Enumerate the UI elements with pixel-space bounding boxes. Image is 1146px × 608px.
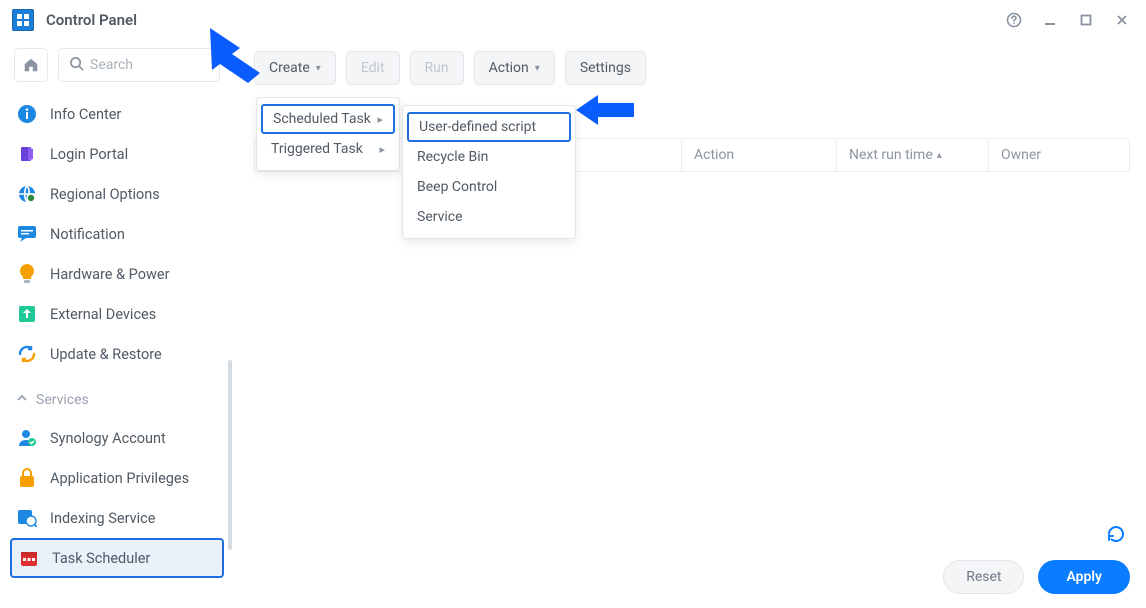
- menu-item-label: Triggered Task: [271, 141, 363, 157]
- content-area: Create ▾ Scheduled Task ▸ Triggered Task…: [234, 40, 1146, 608]
- caret-down-icon: ▾: [316, 63, 321, 74]
- button-label: Action: [489, 60, 529, 76]
- chevron-right-icon: ▸: [379, 143, 385, 156]
- sidebar-scrollbar[interactable]: [228, 360, 232, 550]
- sidebar-item-label: Hardware & Power: [50, 266, 169, 283]
- search-field-wrap[interactable]: [58, 48, 220, 82]
- scheduled-task-submenu: User-defined script Recycle Bin Beep Con…: [402, 105, 576, 239]
- sidebar-item-indexing-service[interactable]: Indexing Service: [10, 498, 224, 538]
- menu-item-user-defined-script[interactable]: User-defined script: [407, 112, 571, 142]
- run-button: Run: [410, 51, 464, 85]
- sidebar-item-label: Task Scheduler: [52, 550, 150, 567]
- sidebar-item-notification[interactable]: Notification: [10, 214, 224, 254]
- button-label: Run: [425, 60, 449, 76]
- menu-item-label: Service: [417, 209, 463, 225]
- annotation-arrow: [576, 95, 634, 125]
- menu-item-scheduled-task[interactable]: Scheduled Task ▸: [261, 104, 395, 134]
- column-label: Action: [694, 147, 734, 163]
- sidebar-section-services[interactable]: Services: [10, 382, 224, 418]
- sidebar-item-label: Regional Options: [50, 186, 160, 203]
- maximize-button[interactable]: [1074, 8, 1098, 32]
- edit-button: Edit: [346, 51, 400, 85]
- button-label: Edit: [361, 60, 385, 76]
- section-label: Services: [36, 392, 89, 408]
- minimize-button[interactable]: [1038, 8, 1062, 32]
- column-action[interactable]: Action: [682, 139, 837, 171]
- sidebar-item-login-portal[interactable]: Login Portal: [10, 134, 224, 174]
- column-owner[interactable]: Owner: [989, 139, 1129, 171]
- index-icon: [16, 507, 38, 529]
- bottom-bar: Reset Apply: [254, 560, 1130, 594]
- home-button[interactable]: [14, 48, 48, 82]
- annotation-arrow: [210, 28, 280, 83]
- reset-button[interactable]: Reset: [943, 560, 1024, 594]
- column-next-run-time[interactable]: Next run time ▴: [837, 139, 989, 171]
- lock-icon: [16, 467, 38, 489]
- sidebar-item-info-center[interactable]: Info Center: [10, 94, 224, 134]
- refresh-button[interactable]: [1102, 520, 1130, 548]
- action-button[interactable]: Action ▾: [474, 51, 555, 85]
- toolbar: Create ▾ Scheduled Task ▸ Triggered Task…: [254, 48, 1130, 88]
- globe-icon: [16, 183, 38, 205]
- menu-item-label: User-defined script: [419, 119, 536, 135]
- sort-ascending-icon: ▴: [937, 150, 942, 161]
- search-input[interactable]: [90, 57, 209, 73]
- title-bar: Control Panel: [0, 0, 1146, 40]
- sidebar-item-label: Application Privileges: [50, 470, 189, 487]
- sidebar-item-synology-account[interactable]: Synology Account: [10, 418, 224, 458]
- sidebar-item-label: Notification: [50, 226, 125, 243]
- search-icon: [69, 56, 84, 75]
- create-menu: Scheduled Task ▸ Triggered Task ▸: [256, 97, 400, 171]
- info-icon: [16, 103, 38, 125]
- sidebar-item-label: Info Center: [50, 106, 121, 123]
- apply-button[interactable]: Apply: [1038, 560, 1130, 594]
- help-button[interactable]: [1002, 8, 1026, 32]
- sidebar: Info Center Login Portal Regional Option…: [0, 40, 234, 608]
- sidebar-item-label: Login Portal: [50, 146, 128, 163]
- sidebar-item-label: External Devices: [50, 306, 156, 323]
- menu-item-label: Beep Control: [417, 179, 497, 195]
- bulb-icon: [16, 263, 38, 285]
- chevron-right-icon: ▸: [377, 113, 383, 126]
- menu-item-triggered-task[interactable]: Triggered Task ▸: [257, 134, 399, 164]
- column-label: Next run time: [849, 147, 933, 163]
- sidebar-item-hardware-power[interactable]: Hardware & Power: [10, 254, 224, 294]
- chat-icon: [16, 223, 38, 245]
- button-label: Settings: [580, 60, 631, 76]
- sidebar-item-label: Update & Restore: [50, 346, 162, 363]
- menu-item-service[interactable]: Service: [403, 202, 575, 232]
- door-icon: [16, 143, 38, 165]
- menu-item-recycle-bin[interactable]: Recycle Bin: [403, 142, 575, 172]
- sidebar-item-label: Indexing Service: [50, 510, 155, 527]
- calendar-icon: [18, 547, 40, 569]
- caret-down-icon: ▾: [535, 63, 540, 74]
- column-label: Owner: [1001, 147, 1041, 163]
- close-button[interactable]: [1110, 8, 1134, 32]
- menu-item-beep-control[interactable]: Beep Control: [403, 172, 575, 202]
- sidebar-item-external-devices[interactable]: External Devices: [10, 294, 224, 334]
- sidebar-item-label: Synology Account: [50, 430, 166, 447]
- sidebar-item-regional-options[interactable]: Regional Options: [10, 174, 224, 214]
- window-title: Control Panel: [46, 11, 137, 29]
- menu-item-label: Recycle Bin: [417, 149, 488, 165]
- settings-button[interactable]: Settings: [565, 51, 646, 85]
- chevron-up-icon: [16, 392, 28, 408]
- cycle-icon: [16, 343, 38, 365]
- user-icon: [16, 427, 38, 449]
- sidebar-item-application-privileges[interactable]: Application Privileges: [10, 458, 224, 498]
- sidebar-item-task-scheduler[interactable]: Task Scheduler: [10, 538, 224, 578]
- upload-icon: [16, 303, 38, 325]
- app-icon: [12, 9, 34, 31]
- menu-item-label: Scheduled Task: [273, 111, 371, 127]
- sidebar-item-update-restore[interactable]: Update & Restore: [10, 334, 224, 374]
